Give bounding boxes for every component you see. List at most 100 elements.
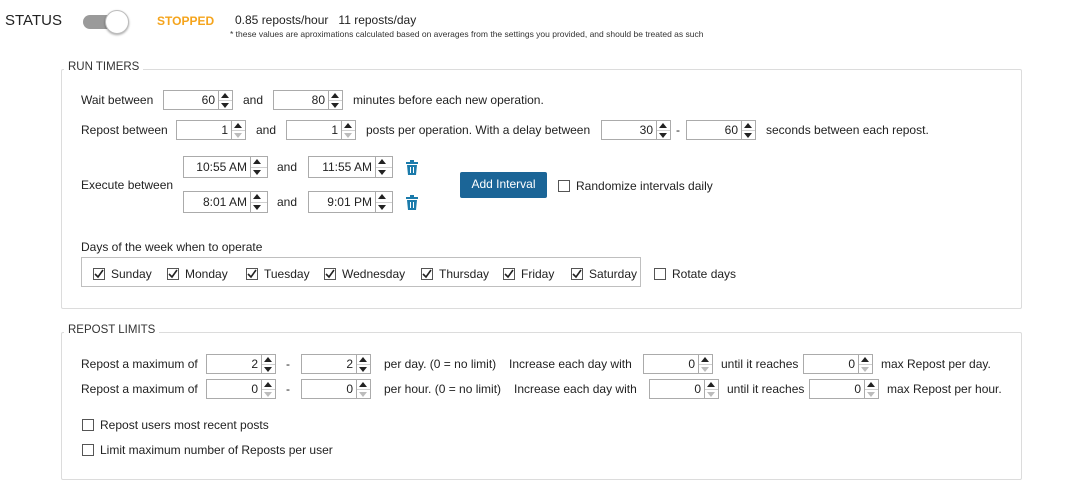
interval-1-start-picker[interactable]: 10:55 AM	[183, 156, 268, 178]
randomize-intervals-checkbox[interactable]: Randomize intervals daily	[558, 178, 713, 194]
wait-min-stepper[interactable]: 60	[163, 90, 233, 110]
increment-icon[interactable]	[742, 121, 755, 131]
increment-icon[interactable]	[262, 355, 275, 365]
checkbox-box[interactable]	[82, 419, 94, 431]
limit-day-min-stepper[interactable]: 2	[206, 354, 276, 374]
increment-icon[interactable]	[357, 355, 370, 365]
delete-interval-2-icon[interactable]	[405, 195, 419, 211]
repost-max-stepper[interactable]: 1	[286, 120, 356, 140]
day-checkbox-sunday[interactable]: Sunday	[93, 266, 152, 282]
limit-day-increase-stepper[interactable]: 0	[643, 354, 713, 374]
decrement-icon[interactable]	[219, 101, 232, 110]
decrement-icon[interactable]	[329, 101, 342, 110]
limit-day-max-stepper[interactable]: 2	[301, 354, 371, 374]
limit-hour-max-stepper[interactable]: 0	[301, 379, 371, 399]
decrement-icon[interactable]	[262, 390, 275, 399]
increment-icon[interactable]	[859, 355, 872, 365]
checkbox-box[interactable]	[421, 268, 433, 280]
day-checkbox-monday[interactable]: Monday	[167, 266, 228, 282]
day-checkbox-saturday[interactable]: Saturday	[571, 266, 637, 282]
day-checkbox-wednesday[interactable]: Wednesday	[324, 266, 405, 282]
stepper-value: 0	[346, 382, 353, 396]
checkbox-box[interactable]	[82, 444, 94, 456]
stepper-value: 1	[331, 123, 338, 137]
increment-icon[interactable]	[251, 192, 267, 203]
delete-interval-1-icon[interactable]	[405, 160, 419, 176]
add-interval-button[interactable]: Add Interval	[460, 172, 547, 198]
decrement-icon[interactable]	[865, 390, 878, 399]
limit-day-increase: Increase each day with	[509, 357, 632, 371]
decrement-icon[interactable]	[357, 365, 370, 374]
recent-posts-checkbox[interactable]: Repost users most recent posts	[82, 417, 269, 433]
limit-day-per: per day. (0 = no limit)	[384, 357, 497, 371]
checkbox-box[interactable]	[324, 268, 336, 280]
decrement-icon[interactable]	[357, 390, 370, 399]
checkbox-label: Repost users most recent posts	[100, 418, 269, 432]
interval-1-and: and	[277, 160, 298, 174]
increment-icon[interactable]	[329, 91, 342, 101]
rate-summary: 0.85 reposts/hour 11 reposts/day	[235, 13, 416, 27]
increment-icon[interactable]	[251, 157, 267, 168]
increment-icon[interactable]	[342, 121, 355, 131]
decrement-icon[interactable]	[342, 131, 355, 140]
limit-hour-increase-stepper[interactable]: 0	[649, 379, 719, 399]
increment-icon[interactable]	[657, 121, 670, 131]
limit-per-user-checkbox[interactable]: Limit maximum number of Reposts per user	[82, 442, 333, 458]
checkbox-box[interactable]	[503, 268, 515, 280]
decrement-icon[interactable]	[232, 131, 245, 140]
increment-icon[interactable]	[705, 380, 718, 390]
increment-icon[interactable]	[376, 157, 392, 168]
increment-icon[interactable]	[699, 355, 712, 365]
limit-hour-label: Repost a maximum of	[81, 382, 198, 396]
decrement-icon[interactable]	[657, 131, 670, 140]
day-checkbox-tuesday[interactable]: Tuesday	[246, 266, 310, 282]
approximation-note: * these values are aproximations calcula…	[230, 29, 704, 39]
delay-max-stepper[interactable]: 60	[686, 120, 756, 140]
decrement-icon[interactable]	[262, 365, 275, 374]
decrement-icon[interactable]	[376, 203, 392, 213]
status-state: STOPPED	[157, 14, 215, 28]
wait-suffix: minutes before each new operation.	[353, 93, 544, 107]
decrement-icon[interactable]	[251, 203, 267, 213]
checkbox-box[interactable]	[558, 180, 570, 192]
limit-hour-suffix: max Repost per hour.	[887, 382, 1002, 396]
checkbox-box[interactable]	[167, 268, 179, 280]
repost-and-label: and	[256, 123, 277, 137]
decrement-icon[interactable]	[699, 365, 712, 374]
status-label: STATUS	[5, 12, 62, 29]
stepper-value: 0	[688, 357, 695, 371]
repost-limits-title: REPOST LIMITS	[64, 324, 160, 336]
interval-2-end-picker[interactable]: 9:01 PM	[308, 191, 393, 213]
limit-hour-min-stepper[interactable]: 0	[206, 379, 276, 399]
day-checkbox-friday[interactable]: Friday	[503, 266, 554, 282]
interval-2-start-picker[interactable]: 8:01 AM	[183, 191, 268, 213]
limit-day-cap-stepper[interactable]: 0	[803, 354, 873, 374]
wait-max-stepper[interactable]: 80	[273, 90, 343, 110]
checkbox-box[interactable]	[654, 268, 666, 280]
interval-1-end-picker[interactable]: 11:55 AM	[308, 156, 393, 178]
repost-min-stepper[interactable]: 1	[176, 120, 246, 140]
increment-icon[interactable]	[357, 380, 370, 390]
decrement-icon[interactable]	[251, 168, 267, 178]
decrement-icon[interactable]	[705, 390, 718, 399]
increment-icon[interactable]	[219, 91, 232, 101]
decrement-icon[interactable]	[742, 131, 755, 140]
execute-label: Execute between	[81, 178, 174, 192]
limit-hour-cap-stepper[interactable]: 0	[809, 379, 879, 399]
checkbox-box[interactable]	[246, 268, 258, 280]
limit-day-label: Repost a maximum of	[81, 357, 198, 371]
day-checkbox-thursday[interactable]: Thursday	[421, 266, 489, 282]
checkbox-box[interactable]	[571, 268, 583, 280]
increment-icon[interactable]	[865, 380, 878, 390]
delay-min-stepper[interactable]: 30	[601, 120, 671, 140]
increment-icon[interactable]	[262, 380, 275, 390]
rotate-days-checkbox[interactable]: Rotate days	[654, 266, 736, 282]
checkbox-box[interactable]	[93, 268, 105, 280]
increment-icon[interactable]	[376, 192, 392, 203]
limit-hour-per: per hour. (0 = no limit)	[384, 382, 502, 396]
stepper-value: 80	[311, 93, 325, 107]
status-toggle[interactable]	[83, 10, 129, 34]
decrement-icon[interactable]	[376, 168, 392, 178]
increment-icon[interactable]	[232, 121, 245, 131]
decrement-icon[interactable]	[859, 365, 872, 374]
